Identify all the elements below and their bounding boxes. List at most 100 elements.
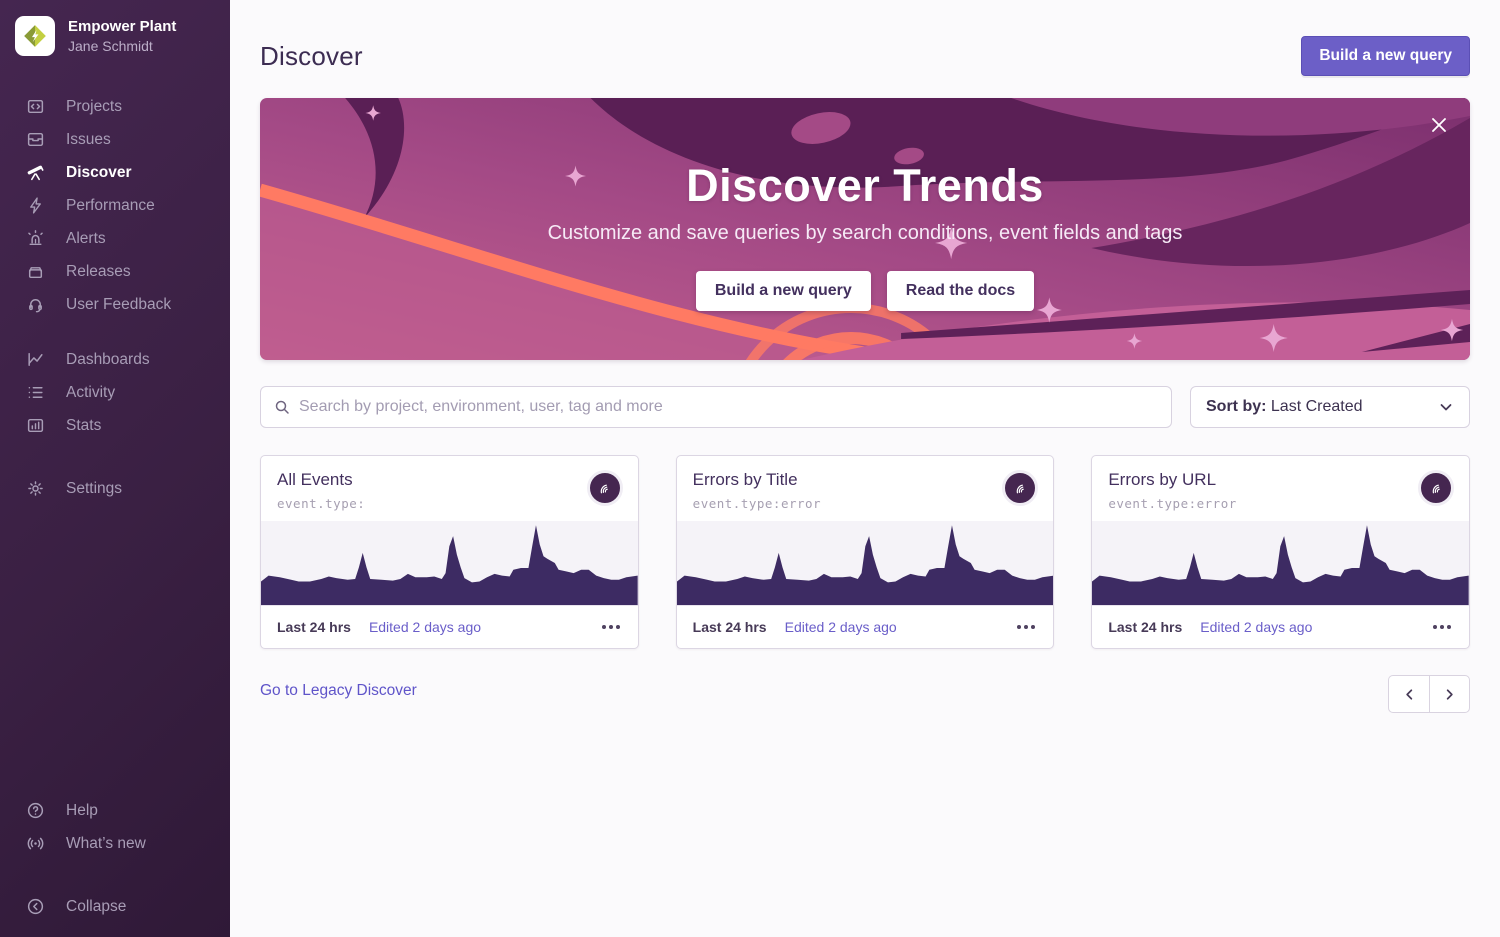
banner-title: Discover Trends bbox=[686, 160, 1044, 212]
sidebar-item-help[interactable]: Help bbox=[0, 794, 230, 827]
sentry-logo-icon bbox=[1426, 478, 1446, 498]
sidebar-footer: Help What’s new Collapse bbox=[0, 794, 230, 923]
issues-icon bbox=[26, 130, 45, 149]
card-query: event.type:error bbox=[1108, 496, 1236, 511]
sidebar-item-label: Stats bbox=[66, 417, 101, 435]
sidebar-nav: Projects Issues Discover bbox=[0, 90, 230, 505]
sidebar-collapse-button[interactable]: Collapse bbox=[0, 890, 230, 923]
sidebar-item-stats[interactable]: Stats bbox=[0, 409, 230, 442]
page-title: Discover bbox=[260, 41, 363, 72]
legacy-discover-link[interactable]: Go to Legacy Discover bbox=[260, 682, 417, 700]
telescope-icon bbox=[26, 163, 45, 182]
sidebar-item-label: Alerts bbox=[66, 230, 106, 248]
query-avatar bbox=[587, 470, 623, 506]
sidebar-item-label: Collapse bbox=[66, 898, 126, 916]
sort-dropdown[interactable]: Sort by: Last Created bbox=[1190, 386, 1470, 428]
card-footer: Last 24 hrs Edited 2 days ago bbox=[677, 605, 1054, 648]
query-card-errors-by-url[interactable]: Errors by URL event.type:error Last 24 h… bbox=[1091, 455, 1470, 649]
sidebar-item-label: Releases bbox=[66, 263, 131, 281]
search-input[interactable] bbox=[299, 398, 1158, 416]
line-chart-icon bbox=[26, 350, 45, 369]
org-switcher[interactable]: Empower Plant Jane Schmidt bbox=[0, 16, 230, 56]
archive-box-icon bbox=[26, 262, 45, 281]
list-icon bbox=[26, 383, 45, 402]
help-circle-icon bbox=[26, 801, 45, 820]
card-query: event.type: bbox=[277, 496, 365, 511]
sidebar-item-alerts[interactable]: Alerts bbox=[0, 222, 230, 255]
sidebar-item-label: Settings bbox=[66, 480, 122, 498]
sentry-logo-icon bbox=[595, 478, 615, 498]
card-header: Errors by Title event.type:error bbox=[677, 456, 1054, 521]
nav-divider bbox=[0, 860, 230, 890]
card-header: Errors by URL event.type:error bbox=[1092, 456, 1469, 521]
card-title: Errors by Title bbox=[693, 470, 821, 490]
sidebar-item-releases[interactable]: Releases bbox=[0, 255, 230, 288]
card-title: Errors by URL bbox=[1108, 470, 1236, 490]
nav-divider bbox=[0, 321, 230, 343]
sidebar-item-label: Discover bbox=[66, 164, 131, 182]
card-header: All Events event.type: bbox=[261, 456, 638, 521]
sort-value: Last Created bbox=[1271, 398, 1363, 415]
org-name: Empower Plant bbox=[68, 17, 176, 37]
banner-build-query-button[interactable]: Build a new query bbox=[696, 271, 871, 311]
query-avatar bbox=[1002, 470, 1038, 506]
card-timeframe: Last 24 hrs bbox=[277, 619, 351, 635]
banner-content: Discover Trends Customize and save queri… bbox=[260, 98, 1470, 360]
sidebar-item-dashboards[interactable]: Dashboards bbox=[0, 343, 230, 376]
query-avatar bbox=[1418, 470, 1454, 506]
card-edited: Edited 2 days ago bbox=[785, 619, 897, 635]
siren-icon bbox=[26, 229, 45, 248]
sidebar-item-label: Issues bbox=[66, 131, 111, 149]
card-edited: Edited 2 days ago bbox=[1200, 619, 1312, 635]
main-content: Discover Build a new query bbox=[230, 0, 1500, 937]
lightning-icon bbox=[26, 196, 45, 215]
sparkline-chart bbox=[677, 521, 1054, 605]
sidebar-item-user-feedback[interactable]: User Feedback bbox=[0, 288, 230, 321]
empower-plant-logo-icon bbox=[22, 23, 48, 49]
sidebar-item-label: Dashboards bbox=[66, 351, 150, 369]
banner-actions: Build a new query Read the docs bbox=[696, 271, 1034, 311]
ellipsis-menu-icon[interactable] bbox=[600, 621, 622, 633]
sentry-logo-icon bbox=[1010, 478, 1030, 498]
previous-page-button[interactable] bbox=[1388, 675, 1429, 713]
pagination bbox=[1388, 675, 1470, 713]
sidebar-item-settings[interactable]: Settings bbox=[0, 472, 230, 505]
sidebar-item-label: User Feedback bbox=[66, 296, 171, 314]
card-timeframe: Last 24 hrs bbox=[1108, 619, 1182, 635]
next-page-button[interactable] bbox=[1429, 675, 1470, 713]
close-icon bbox=[1429, 115, 1449, 135]
sidebar-item-whats-new[interactable]: What’s new bbox=[0, 827, 230, 860]
card-query: event.type:error bbox=[693, 496, 821, 511]
query-card-all-events[interactable]: All Events event.type: Last 24 hrs Edite… bbox=[260, 455, 639, 649]
saved-query-cards: All Events event.type: Last 24 hrs Edite… bbox=[260, 455, 1470, 649]
search-icon bbox=[274, 399, 290, 415]
chevron-right-icon bbox=[1442, 687, 1457, 702]
sidebar-item-activity[interactable]: Activity bbox=[0, 376, 230, 409]
sidebar-item-performance[interactable]: Performance bbox=[0, 189, 230, 222]
sort-label: Sort by: bbox=[1206, 398, 1266, 415]
search-bar[interactable] bbox=[260, 386, 1172, 428]
sparkline-chart bbox=[261, 521, 638, 605]
banner-read-docs-button[interactable]: Read the docs bbox=[887, 271, 1034, 311]
ellipsis-menu-icon[interactable] bbox=[1431, 621, 1453, 633]
sidebar-item-projects[interactable]: Projects bbox=[0, 90, 230, 123]
ellipsis-menu-icon[interactable] bbox=[1015, 621, 1037, 633]
sidebar-item-label: What’s new bbox=[66, 835, 146, 853]
card-footer: Last 24 hrs Edited 2 days ago bbox=[1092, 605, 1469, 648]
bar-chart-icon bbox=[26, 416, 45, 435]
headset-icon bbox=[26, 295, 45, 314]
banner-close-button[interactable] bbox=[1426, 112, 1452, 138]
sidebar-item-discover[interactable]: Discover bbox=[0, 156, 230, 189]
card-footer: Last 24 hrs Edited 2 days ago bbox=[261, 605, 638, 648]
org-user: Jane Schmidt bbox=[68, 37, 176, 55]
sidebar-item-issues[interactable]: Issues bbox=[0, 123, 230, 156]
banner-subtitle: Customize and save queries by search con… bbox=[548, 222, 1183, 245]
org-logo bbox=[15, 16, 55, 56]
query-card-errors-by-title[interactable]: Errors by Title event.type:error Last 24… bbox=[676, 455, 1055, 649]
chevron-left-icon bbox=[1402, 687, 1417, 702]
projects-icon bbox=[26, 97, 45, 116]
build-new-query-button[interactable]: Build a new query bbox=[1301, 36, 1470, 76]
card-edited: Edited 2 days ago bbox=[369, 619, 481, 635]
sidebar: Empower Plant Jane Schmidt Projects Issu… bbox=[0, 0, 230, 937]
collapse-circle-icon bbox=[26, 897, 45, 916]
